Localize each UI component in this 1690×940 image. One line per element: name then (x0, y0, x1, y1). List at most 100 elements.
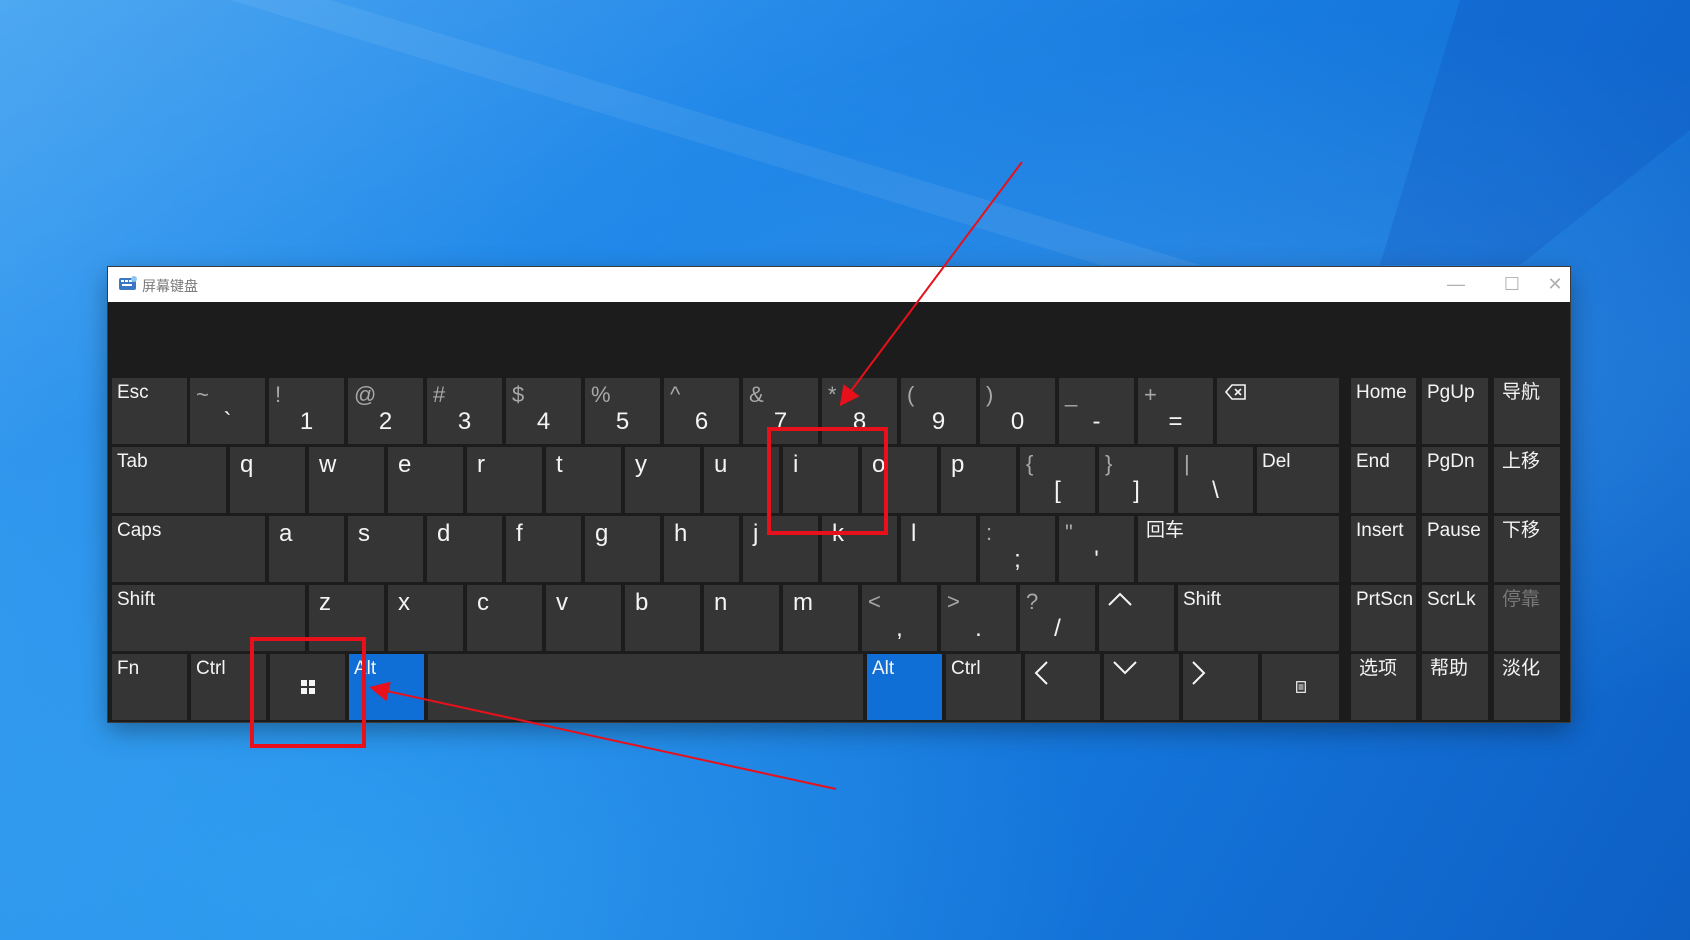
key-pgdn[interactable]: PgDn (1422, 447, 1488, 513)
key-home[interactable]: Home (1351, 378, 1416, 444)
key-9[interactable]: (9 (901, 378, 976, 444)
key-quote[interactable]: " ' (1059, 516, 1134, 582)
key-dock[interactable]: 停靠 (1494, 585, 1560, 651)
key-4[interactable]: $4 (506, 378, 581, 444)
key-label: Shift (117, 589, 156, 610)
key-help[interactable]: 帮助 (1422, 654, 1488, 720)
key-label: 4 (536, 408, 551, 435)
key-d[interactable]: d (427, 516, 502, 582)
key-fade[interactable]: 淡化 (1494, 654, 1560, 720)
key-label: End (1356, 451, 1390, 472)
window-title: 屏幕键盘 (142, 278, 198, 294)
key-label: g (595, 520, 609, 547)
key-esc[interactable]: Esc (112, 378, 187, 444)
key-label: \ (1212, 477, 1219, 504)
key-s[interactable]: s (348, 516, 423, 582)
key-c[interactable]: c (467, 585, 542, 651)
key-label: j (753, 520, 759, 547)
key-6[interactable]: ^ 6 (664, 378, 739, 444)
key-f[interactable]: f (506, 516, 581, 582)
key-move-up[interactable]: 上移 (1494, 447, 1560, 513)
key-pause[interactable]: Pause (1422, 516, 1488, 582)
key-t[interactable]: t (546, 447, 621, 513)
key-m[interactable]: m (783, 585, 858, 651)
minimize-icon: — (1447, 274, 1465, 294)
key-3[interactable]: #3 (427, 378, 502, 444)
key-label: Del (1262, 451, 1291, 472)
key-del[interactable]: Del (1257, 447, 1339, 513)
key-backspace[interactable] (1217, 378, 1339, 444)
key-alt-right[interactable]: Alt (867, 654, 942, 720)
key-arrow-left[interactable] (1025, 654, 1100, 720)
key-b[interactable]: b (625, 585, 700, 651)
key-backtick[interactable]: ~ ` (190, 378, 265, 444)
key-label: Home (1356, 382, 1407, 403)
key-label: a (279, 520, 293, 547)
backspace-icon (1225, 384, 1246, 400)
key-scrlk[interactable]: ScrLk (1422, 585, 1488, 651)
key-e[interactable]: e (388, 447, 463, 513)
key-equal[interactable]: + = (1138, 378, 1213, 444)
key-label: n (714, 589, 728, 616)
key-y[interactable]: y (625, 447, 700, 513)
key-slash[interactable]: ? / (1020, 585, 1095, 651)
key-v[interactable]: v (546, 585, 621, 651)
key-h[interactable]: h (664, 516, 739, 582)
key-label: 停靠 (1502, 589, 1541, 610)
key-semicolon[interactable]: :; (980, 516, 1055, 582)
key-q[interactable]: q (230, 447, 305, 513)
key-shift-label: " (1065, 520, 1073, 545)
key-label: w (319, 451, 337, 478)
key-2[interactable]: @2 (348, 378, 423, 444)
key-arrow-right[interactable] (1183, 654, 1258, 720)
key-shift-label: % (591, 382, 611, 407)
key-label: PgUp (1427, 382, 1475, 403)
key-n[interactable]: n (704, 585, 779, 651)
key-nav[interactable]: 导航 (1494, 378, 1560, 444)
key-1[interactable]: ! 1 (269, 378, 344, 444)
key-ctrl-right[interactable]: Ctrl (946, 654, 1021, 720)
key-5[interactable]: % 5 (585, 378, 660, 444)
key-move-down[interactable]: 下移 (1494, 516, 1560, 582)
key-right-bracket[interactable]: }] (1099, 447, 1174, 513)
key-caps[interactable]: Caps (112, 516, 265, 582)
key-label: ScrLk (1427, 589, 1476, 610)
maximize-button[interactable]: ☐ (1484, 267, 1540, 302)
key-shift-right[interactable]: Shift (1178, 585, 1339, 651)
key-p[interactable]: p (941, 447, 1016, 513)
key-options[interactable]: 选项 (1351, 654, 1416, 720)
key-label: t (556, 451, 563, 478)
key-label: d (437, 520, 451, 547)
key-w[interactable]: w (309, 447, 384, 513)
key-label: Esc (117, 382, 149, 403)
context-menu-icon (1295, 681, 1306, 693)
key-0[interactable]: ) 0 (980, 378, 1055, 444)
key-insert[interactable]: Insert (1351, 516, 1416, 582)
key-x[interactable]: x (388, 585, 463, 651)
title-bar[interactable]: 屏幕键盘 — ☐ ✕ (108, 267, 1570, 302)
key-period[interactable]: >. (941, 585, 1016, 651)
key-shift-label: ? (1026, 589, 1039, 614)
key-label: = (1168, 408, 1183, 435)
key-arrow-up[interactable] (1099, 585, 1174, 651)
key-prtscn[interactable]: PrtScn (1351, 585, 1416, 651)
key-tab[interactable]: Tab (112, 447, 226, 513)
minimize-button[interactable]: — (1428, 267, 1484, 302)
key-fn[interactable]: Fn (112, 654, 187, 720)
close-button[interactable]: ✕ (1540, 267, 1570, 302)
key-space[interactable] (428, 654, 863, 720)
key-context-menu[interactable] (1262, 654, 1339, 720)
key-shift-label: @ (354, 382, 377, 407)
key-comma[interactable]: <, (862, 585, 937, 651)
key-end[interactable]: End (1351, 447, 1416, 513)
key-pgup[interactable]: PgUp (1422, 378, 1488, 444)
key-minus[interactable]: _ - (1059, 378, 1134, 444)
key-a[interactable]: a (269, 516, 344, 582)
key-l[interactable]: l (901, 516, 976, 582)
key-r[interactable]: r (467, 447, 542, 513)
key-backslash[interactable]: | \ (1178, 447, 1253, 513)
key-enter[interactable]: 回车 (1138, 516, 1339, 582)
key-g[interactable]: g (585, 516, 660, 582)
key-arrow-down[interactable] (1104, 654, 1179, 720)
key-left-bracket[interactable]: {[ (1020, 447, 1095, 513)
